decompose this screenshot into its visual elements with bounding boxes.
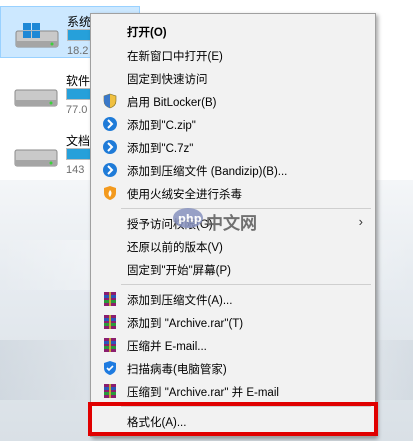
menu-item-pin-quick-access[interactable]: 固定到快速访问	[93, 67, 373, 89]
hard-drive-icon	[14, 89, 58, 107]
php-logo-icon: php	[173, 208, 203, 228]
drive-size: 143	[66, 164, 85, 176]
menu-item-label: 使用火绒安全进行杀毒	[127, 189, 242, 201]
menu-item-label: 扫描病毒(电脑管家)	[127, 364, 227, 376]
bandizip-icon	[103, 117, 117, 131]
drive-name: 软件	[66, 74, 91, 88]
menu-item-label: 启用 BitLocker(B)	[127, 97, 217, 109]
pc-manager-shield-icon	[104, 361, 116, 375]
drive-size: 18.2	[67, 45, 89, 57]
bandizip-icon	[103, 140, 117, 154]
menu-item-label: 固定到"开始"屏幕(P)	[127, 265, 231, 277]
menu-item-label: 压缩到 "Archive.rar" 并 E-mail	[127, 387, 279, 399]
menu-item-rar-compress-email[interactable]: 压缩并 E-mail...	[93, 334, 373, 356]
winrar-icon	[104, 292, 116, 306]
php-watermark: php 中文网	[172, 207, 262, 233]
menu-item-open-new-window[interactable]: 在新窗口中打开(E)	[93, 44, 373, 66]
menu-item-bitlocker[interactable]: 启用 BitLocker(B)	[93, 90, 373, 112]
menu-separator	[121, 284, 371, 285]
winrar-icon	[104, 384, 116, 398]
menu-item-add-zip[interactable]: 添加到"C.zip"	[93, 113, 373, 135]
menu-item-restore-versions[interactable]: 还原以前的版本(V)	[93, 235, 373, 257]
menu-item-add-7z[interactable]: 添加到"C.7z"	[93, 136, 373, 158]
menu-item-rar-add-archive-rar[interactable]: 添加到 "Archive.rar"(T)	[93, 311, 373, 333]
hard-drive-icon	[15, 23, 59, 48]
menu-item-huorong-scan[interactable]: 使用火绒安全进行杀毒	[93, 182, 373, 204]
menu-item-open[interactable]: 打开(O)	[93, 20, 373, 42]
format-highlight-box	[88, 402, 378, 436]
menu-item-label: 在新窗口中打开(E)	[127, 51, 223, 63]
menu-item-rar-compress-to-email[interactable]: 压缩到 "Archive.rar" 并 E-mail	[93, 380, 373, 402]
bandizip-icon	[103, 163, 117, 177]
menu-item-label: 固定到快速访问	[127, 74, 208, 86]
menu-item-label: 压缩并 E-mail...	[127, 341, 207, 353]
shield-icon	[103, 93, 117, 109]
winrar-icon	[104, 315, 116, 329]
svg-text:php: php	[178, 212, 202, 225]
menu-item-label: 打开(O)	[127, 27, 167, 39]
drive-size: 77.0	[66, 104, 88, 116]
chevron-right-icon: ›	[358, 214, 363, 229]
menu-item-add-bandizip[interactable]: 添加到压缩文件 (Bandizip)(B)...	[93, 159, 373, 181]
menu-item-label: 添加到压缩文件 (Bandizip)(B)...	[127, 166, 288, 178]
menu-item-pin-start[interactable]: 固定到"开始"屏幕(P)	[93, 258, 373, 280]
menu-item-label: 还原以前的版本(V)	[127, 242, 223, 254]
winrar-icon	[104, 338, 116, 352]
flame-shield-icon	[104, 186, 116, 200]
menu-item-label: 添加到"C.7z"	[127, 143, 194, 155]
drive-name: 文档	[66, 134, 91, 148]
menu-item-rar-add-archive[interactable]: 添加到压缩文件(A)...	[93, 288, 373, 310]
watermark-text: 中文网	[206, 214, 257, 233]
hard-drive-icon	[14, 149, 58, 167]
menu-item-label: 添加到压缩文件(A)...	[127, 295, 233, 307]
menu-item-label: 添加到"C.zip"	[127, 120, 196, 132]
menu-item-label: 添加到 "Archive.rar"(T)	[127, 318, 244, 330]
menu-item-scan-virus[interactable]: 扫描病毒(电脑管家)	[93, 357, 373, 379]
